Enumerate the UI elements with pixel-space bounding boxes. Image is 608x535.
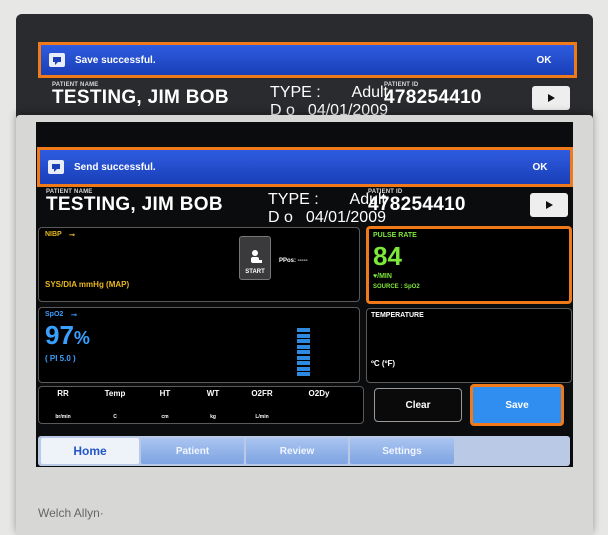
- signal-segment: [297, 372, 310, 376]
- pulse-unit: ♥/MIN: [373, 273, 392, 280]
- vital-name: Temp: [104, 389, 126, 398]
- clear-button[interactable]: Clear: [374, 388, 462, 422]
- signal-segment: [297, 366, 310, 371]
- save-successful-banner: Save successful. OK: [38, 42, 577, 78]
- signal-segment: [297, 328, 310, 332]
- message-icon: [48, 160, 64, 174]
- spo2-signal-bar: [297, 320, 310, 376]
- pulse-source: SOURCE : SpO2: [373, 284, 420, 290]
- vital-o2dy[interactable]: O2Dy: [301, 389, 337, 414]
- type-value: Adult: [351, 84, 388, 101]
- nibp-units: SYS/DIA mmHg (MAP): [45, 280, 130, 289]
- perfusion-index: ( PI 5.0 ): [45, 354, 76, 363]
- vital-name: RR: [57, 389, 69, 398]
- nibp-label: NIBP: [45, 231, 62, 238]
- type-label: TYPE :: [270, 84, 321, 101]
- banner-ok-button[interactable]: OK: [514, 55, 574, 66]
- pulse-rate-panel: PULSE RATE 84 ♥/MIN SOURCE : SpO2: [366, 226, 572, 304]
- patient-id: 478254410: [368, 194, 466, 215]
- patient-name: TESTING, JIM BOB: [46, 194, 223, 215]
- patient-name-block: PATIENT NAME TESTING, JIM BOB: [46, 189, 223, 215]
- tab-review[interactable]: Review: [246, 438, 348, 464]
- banner-message: Send successful.: [74, 161, 156, 173]
- vital-name: HT: [159, 389, 171, 398]
- manual-vitals-row: RR br/min Temp C HT cm WT kg O2FR L/min O2Dy: [38, 386, 364, 424]
- signal-segment: [297, 333, 310, 338]
- tab-home[interactable]: Home: [41, 438, 139, 464]
- vital-ht[interactable]: HT cm: [147, 389, 183, 420]
- patient-id: 478254410: [384, 87, 482, 108]
- temperature-panel: TEMPERATURE ºC (ºF): [366, 308, 572, 383]
- vital-name: O2Dy: [308, 389, 330, 398]
- pulse-rate-value: 84: [373, 241, 402, 271]
- tab-bar: Home Patient Review Settings: [38, 436, 570, 466]
- signal-segment: [297, 350, 310, 354]
- patient-id-block: PATIENT ID 478254410: [384, 82, 482, 108]
- vital-unit: L/min: [255, 414, 269, 420]
- temperature-label: TEMPERATURE: [371, 312, 424, 319]
- message-icon: [49, 53, 65, 67]
- vital-unit: kg: [210, 414, 216, 420]
- vital-rr[interactable]: RR br/min: [45, 389, 81, 420]
- vital-o2fr[interactable]: O2FR L/min: [244, 389, 280, 420]
- start-label: START: [245, 269, 265, 275]
- spo2-reading: 97%: [45, 320, 90, 351]
- nibp-panel: NIBP ⊸ SYS/DIA mmHg (MAP) START PPos: --…: [38, 227, 360, 302]
- play-icon: [548, 94, 555, 102]
- save-button[interactable]: Save: [470, 384, 564, 426]
- spo2-unit: %: [73, 328, 90, 348]
- tab-patient[interactable]: Patient: [141, 438, 244, 464]
- patient-id-block: PATIENT ID 478254410: [368, 189, 466, 215]
- vital-wt[interactable]: WT kg: [195, 389, 231, 420]
- signal-segment: [297, 355, 310, 360]
- next-button[interactable]: [530, 193, 568, 217]
- person-icon: [251, 250, 262, 263]
- signal-segment: [297, 344, 310, 349]
- vital-unit: C: [113, 414, 117, 420]
- spo2-panel: SpO2 ⊸ 97% ( PI 5.0 ): [38, 307, 360, 383]
- type-label: TYPE :: [268, 191, 319, 208]
- ppos-label: PPos: -----: [279, 258, 308, 264]
- vital-unit: cm: [161, 414, 169, 420]
- spo2-label: SpO2: [45, 311, 64, 318]
- brand-logo: Welch Allyn·: [38, 506, 104, 520]
- vital-unit: br/min: [55, 414, 71, 420]
- temperature-unit: ºC (ºF): [371, 359, 396, 368]
- play-icon: [546, 201, 553, 209]
- patient-name-block: PATIENT NAME TESTING, JIM BOB: [52, 82, 229, 108]
- nibp-start-button[interactable]: START: [239, 236, 271, 280]
- vital-temp[interactable]: Temp C: [97, 389, 133, 420]
- patient-name: TESTING, JIM BOB: [52, 87, 229, 108]
- spo2-sensor-icon: ⊸: [71, 312, 77, 319]
- tab-settings[interactable]: Settings: [350, 438, 454, 464]
- vital-name: O2FR: [251, 389, 273, 398]
- front-monitor: Send successful. OK PATIENT NAME TESTING…: [16, 115, 593, 535]
- banner-ok-button[interactable]: OK: [510, 162, 570, 173]
- vital-name: WT: [206, 389, 220, 398]
- send-successful-banner: Send successful. OK: [37, 147, 573, 187]
- monitor-screen: Send successful. OK PATIENT NAME TESTING…: [36, 122, 573, 467]
- spo2-value: 97: [45, 320, 74, 350]
- pulse-rate-label: PULSE RATE: [373, 232, 417, 239]
- nibp-sensor-icon: ⊸: [69, 232, 75, 239]
- banner-message: Save successful.: [75, 54, 156, 66]
- signal-segment: [297, 339, 310, 343]
- next-button[interactable]: [532, 86, 570, 110]
- signal-segment: [297, 361, 310, 365]
